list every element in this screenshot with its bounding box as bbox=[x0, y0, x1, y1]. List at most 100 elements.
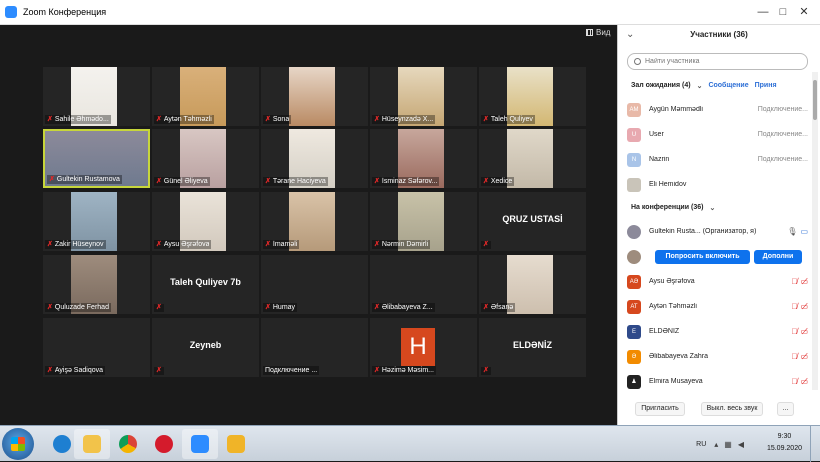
video-tile[interactable]: Подключение ... bbox=[261, 318, 368, 377]
video-tile[interactable]: ✗ Əlibabayeva Z... bbox=[370, 255, 477, 314]
admit-link[interactable]: Приня bbox=[755, 82, 777, 90]
tile-name-row: ✗ Zakir Hüseynov bbox=[45, 240, 106, 249]
video-tile[interactable]: ✗ Əfsanə bbox=[479, 255, 586, 314]
video-tile[interactable]: Zeyneb ✗ bbox=[152, 318, 259, 377]
message-link[interactable]: Сообщение bbox=[708, 82, 748, 90]
video-tile[interactable]: ✗ Tərane Haciyeva bbox=[261, 129, 368, 188]
video-tile[interactable]: ✗ İmaməli bbox=[261, 192, 368, 251]
video-tile[interactable]: ✗ Zakir Hüseynov bbox=[43, 192, 150, 251]
show-desktop-button[interactable] bbox=[810, 426, 820, 462]
network-icon[interactable]: ▦ bbox=[724, 440, 732, 449]
mute-all-button[interactable]: Выкл. весь звук bbox=[701, 402, 763, 416]
camera-off-icon: ▭̸ bbox=[800, 277, 808, 286]
zoom-icon bbox=[191, 435, 209, 453]
participant-row[interactable]: AƏ Aysu Əşrəfova 🎙̸ ▭̸ bbox=[627, 271, 808, 292]
mic-muted-icon: ✗ bbox=[374, 115, 380, 123]
mic-muted-icon: ✗ bbox=[47, 115, 53, 123]
video-tile[interactable]: ✗ İsminaz Səfərov... bbox=[370, 129, 477, 188]
video-tile[interactable]: ✗ Hüseynzadə X... bbox=[370, 67, 477, 126]
video-feed bbox=[289, 67, 335, 126]
mic-muted-icon: ✗ bbox=[47, 366, 53, 374]
participant-row[interactable]: AT Aytən Təhməzli 🎙̸ ▭̸ bbox=[627, 296, 808, 317]
video-tile[interactable]: ✗ Gultekin Rustamova bbox=[43, 129, 150, 188]
participant-host-row[interactable]: Gultekin Rusta... (Организатор, я) 🎙 ▭ bbox=[627, 221, 808, 242]
scrollbar-thumb[interactable] bbox=[813, 80, 817, 120]
taskbar-app-chrome[interactable] bbox=[110, 429, 146, 459]
tray-up-icon[interactable]: ▴ bbox=[714, 440, 718, 449]
panel-scrollbar[interactable] bbox=[812, 72, 818, 390]
video-tile[interactable]: ✗ Aysu Əşrəfova bbox=[152, 192, 259, 251]
zoom-app-icon bbox=[5, 6, 17, 18]
video-tile[interactable]: Taleh Quliyev 7b ✗ bbox=[152, 255, 259, 314]
waiting-participant-row[interactable]: AM Aygün Məmmədli Подключение... bbox=[627, 99, 808, 120]
participant-name: Günel Əliyeva bbox=[163, 178, 208, 185]
maximize-button[interactable]: □ bbox=[774, 4, 792, 20]
waiting-participant-row[interactable]: Eli Hemidov bbox=[627, 174, 808, 195]
taskbar-app-opera[interactable] bbox=[146, 429, 182, 459]
media-player-icon bbox=[227, 435, 245, 453]
avatar: AM bbox=[627, 102, 641, 117]
view-button[interactable]: Вид bbox=[586, 28, 610, 37]
clock-time: 9:30 bbox=[777, 433, 792, 440]
tile-name-row: ✗ Quluzade Ferhad bbox=[45, 303, 111, 312]
tile-name-row: ✗ İmaməli bbox=[263, 240, 300, 249]
video-tile[interactable]: ✗ Ayişə Sadiqova bbox=[43, 318, 150, 377]
mic-muted-icon: 🎙̸ bbox=[791, 352, 798, 361]
clock-date: 15.09.2020 bbox=[766, 445, 802, 452]
taskbar-app-media[interactable] bbox=[218, 429, 254, 459]
video-tile[interactable]: ✗ Sona bbox=[261, 67, 368, 126]
video-tile[interactable]: ELDƏNİZ ✗ bbox=[479, 318, 586, 377]
video-tile[interactable]: ✗ Günel Əliyeva bbox=[152, 129, 259, 188]
participant-row[interactable]: E ELDƏNİZ 🎙̸ ▭̸ bbox=[627, 321, 808, 342]
clock[interactable]: 9:30 15.09.2020 bbox=[767, 431, 802, 455]
tile-mic-row: ✗ bbox=[154, 367, 164, 375]
search-box[interactable] bbox=[627, 53, 808, 70]
video-tile[interactable]: QRUZ USTASİ ✗ bbox=[479, 192, 586, 251]
video-tile[interactable]: ✗ Aytən Təhməzli bbox=[152, 67, 259, 126]
mic-muted-icon: ✗ bbox=[156, 367, 162, 374]
participant-row[interactable]: ♟ Elmira Musayeva 🎙̸ ▭̸ bbox=[627, 371, 808, 392]
mic-icon: 🎙 bbox=[787, 227, 798, 236]
participant-row[interactable]: Ə Əlibabayeva Zahra 🎙̸ ▭̸ bbox=[627, 346, 808, 367]
participant-name: Aytən Təhməzli bbox=[649, 303, 697, 310]
taskbar-app-explorer[interactable] bbox=[74, 429, 110, 459]
video-tile[interactable]: ✗ Quluzade Ferhad bbox=[43, 255, 150, 314]
participant-name-center: Zeyneb bbox=[189, 340, 222, 350]
ask-unmute-button[interactable]: Попросить включить bbox=[655, 250, 750, 264]
language-indicator[interactable]: RU bbox=[696, 441, 706, 448]
video-tile[interactable]: ✗ Xedice bbox=[479, 129, 586, 188]
more-button[interactable]: Дополни bbox=[754, 250, 802, 264]
start-button[interactable] bbox=[2, 428, 34, 460]
mic-muted-icon: ✗ bbox=[374, 366, 380, 374]
windows-taskbar: RU ▴ ▦ ◀ 9:30 15.09.2020 bbox=[0, 425, 820, 462]
mic-muted-icon: ✗ bbox=[483, 241, 489, 248]
avatar bbox=[627, 249, 641, 264]
mic-muted-icon: 🎙̸ bbox=[791, 302, 798, 311]
taskbar-app-zoom[interactable] bbox=[182, 429, 218, 459]
tile-name-row: ✗ Əlibabayeva Z... bbox=[372, 303, 435, 312]
waiting-participant-row[interactable]: N Nazrin Подключение... bbox=[627, 149, 808, 170]
chevron-down-icon: ⌄ bbox=[696, 83, 703, 90]
close-button[interactable]: ✕ bbox=[795, 4, 813, 20]
camera-icon: ▭ bbox=[800, 227, 808, 236]
in-meeting-header[interactable]: На конференции (36) ⌄ bbox=[631, 204, 715, 212]
video-tile[interactable]: ✗ Humay bbox=[261, 255, 368, 314]
participant-name-center: ELDƏNİZ bbox=[512, 340, 553, 350]
mic-muted-icon: ✗ bbox=[265, 303, 271, 311]
video-tile[interactable]: H ✗ Həzimə Məsim... bbox=[370, 318, 477, 377]
minimize-button[interactable]: — bbox=[754, 4, 772, 20]
waiting-room-header[interactable]: Зал ожидания (4) ⌄ Сообщение Приня bbox=[631, 82, 777, 90]
mic-muted-icon: ✗ bbox=[47, 240, 53, 248]
avatar bbox=[627, 224, 641, 239]
video-tile[interactable]: ✗ Taleh Quliyev bbox=[479, 67, 586, 126]
video-tile[interactable]: ✗ Sahile Əhmədo... bbox=[43, 67, 150, 126]
waiting-participant-row[interactable]: U User Подключение... bbox=[627, 124, 808, 145]
search-input[interactable] bbox=[645, 58, 795, 65]
volume-icon[interactable]: ◀ bbox=[738, 440, 744, 449]
avatar: AT bbox=[627, 299, 641, 314]
windows-logo-icon bbox=[11, 437, 25, 451]
mic-muted-icon: 🎙̸ bbox=[791, 377, 798, 386]
invite-button[interactable]: Пригласить bbox=[635, 402, 685, 416]
more-options-button[interactable]: ... bbox=[777, 402, 794, 416]
video-tile[interactable]: ✗ Nərmin Dəmirli bbox=[370, 192, 477, 251]
